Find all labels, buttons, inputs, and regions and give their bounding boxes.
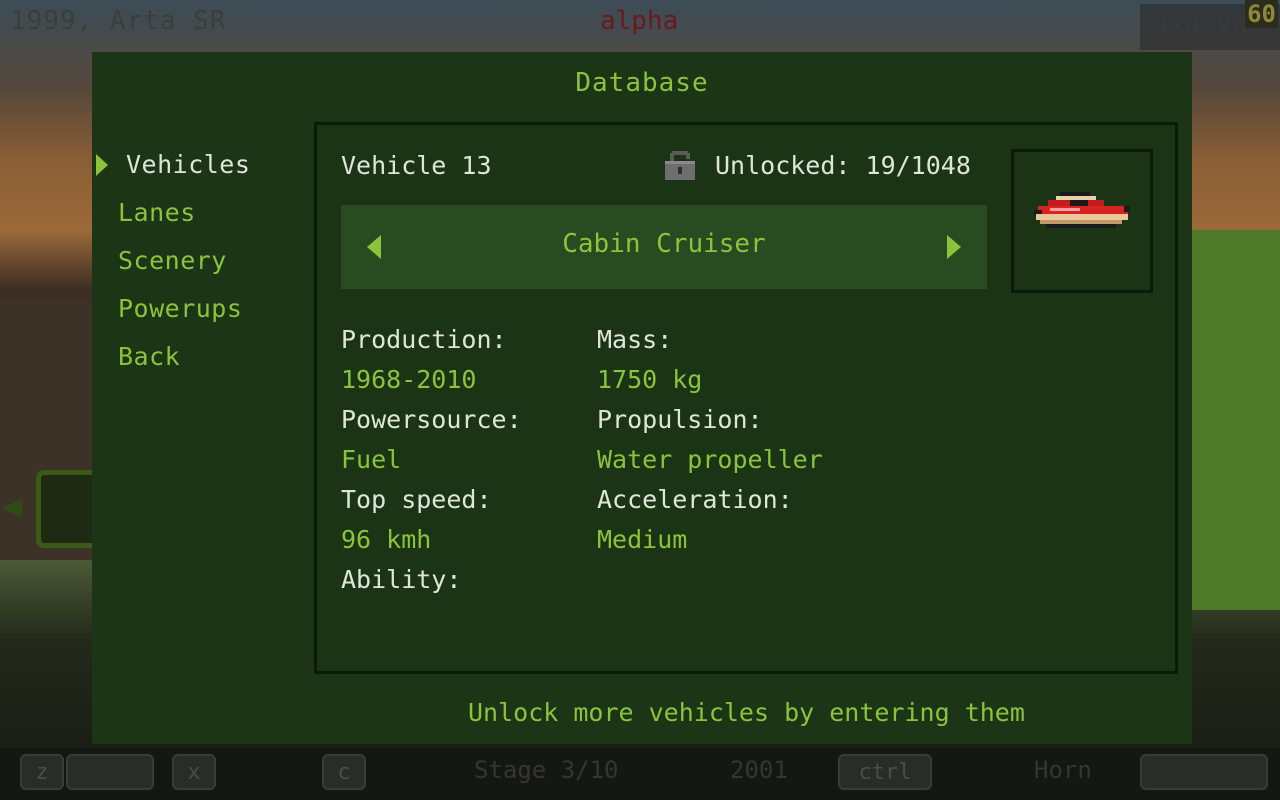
powersource-value: Fuel	[341, 445, 402, 474]
propulsion-label: Propulsion:	[597, 405, 763, 434]
ability-label: Ability:	[341, 565, 462, 594]
key-ctrl: ctrl	[838, 754, 932, 790]
top-speed-label: Top speed:	[341, 485, 492, 514]
menu-item-scenery[interactable]: Scenery	[118, 246, 227, 275]
background-field	[1190, 230, 1280, 610]
game-screen: 1999, Arta SR alpha 4x4 Va 60 ◀ z x c St…	[0, 0, 1280, 800]
steer-left-icon: ◀	[2, 486, 23, 526]
mass-label: Mass:	[597, 325, 673, 354]
key-x: x	[172, 754, 216, 790]
menu-item-label: Vehicles	[126, 150, 251, 179]
vehicle-id: Vehicle 13	[341, 151, 492, 180]
key-space	[1140, 754, 1268, 790]
top-speed-value: 96 kmh	[341, 525, 432, 554]
mass-value: 1750 kg	[597, 365, 703, 394]
menu-item-back[interactable]: Back	[118, 342, 180, 371]
fps-counter: 60	[1245, 0, 1278, 28]
propulsion-value: Water propeller	[597, 445, 823, 474]
database-dialog: Database Vehicles Lanes Scenery Powerups…	[92, 52, 1192, 744]
acceleration-value: Medium	[597, 525, 688, 554]
vehicle-detail-panel: Vehicle 13 Unlocked: 19/1048 Cabin Cruis…	[314, 122, 1178, 674]
hud-vehicle-info: 1999, Arta SR	[10, 6, 227, 36]
production-label: Production:	[341, 325, 507, 354]
vehicle-selector: Cabin Cruiser	[341, 205, 987, 289]
unlock-hint: Unlock more vehicles by entering them	[468, 698, 1025, 727]
menu-item-powerups[interactable]: Powerups	[118, 294, 242, 323]
hud-build-label: alpha	[600, 6, 679, 36]
horn-label: Horn	[1034, 756, 1092, 784]
vehicle-name: Cabin Cruiser	[562, 229, 766, 259]
menu-item-lanes[interactable]: Lanes	[118, 198, 196, 227]
dialog-title: Database	[575, 68, 709, 98]
next-vehicle-button[interactable]	[947, 235, 961, 259]
unlocked-counter: Unlocked: 19/1048	[715, 151, 971, 180]
lock-icon	[665, 151, 695, 180]
year-counter: 2001	[730, 756, 788, 784]
boat-icon	[1034, 192, 1130, 228]
menu-item-vehicles[interactable]: Vehicles	[96, 150, 251, 179]
powersource-label: Powersource:	[341, 405, 522, 434]
stage-counter: Stage 3/10	[474, 756, 619, 784]
selection-arrow-icon	[96, 154, 108, 176]
production-value: 1968-2010	[341, 365, 477, 394]
key-z-bar	[66, 754, 154, 790]
key-c: c	[322, 754, 366, 790]
vehicle-preview	[1011, 149, 1153, 293]
hud-vehicle-type-text: 4x4 Va	[1154, 10, 1248, 40]
acceleration-label: Acceleration:	[597, 485, 793, 514]
key-z: z	[20, 754, 64, 790]
